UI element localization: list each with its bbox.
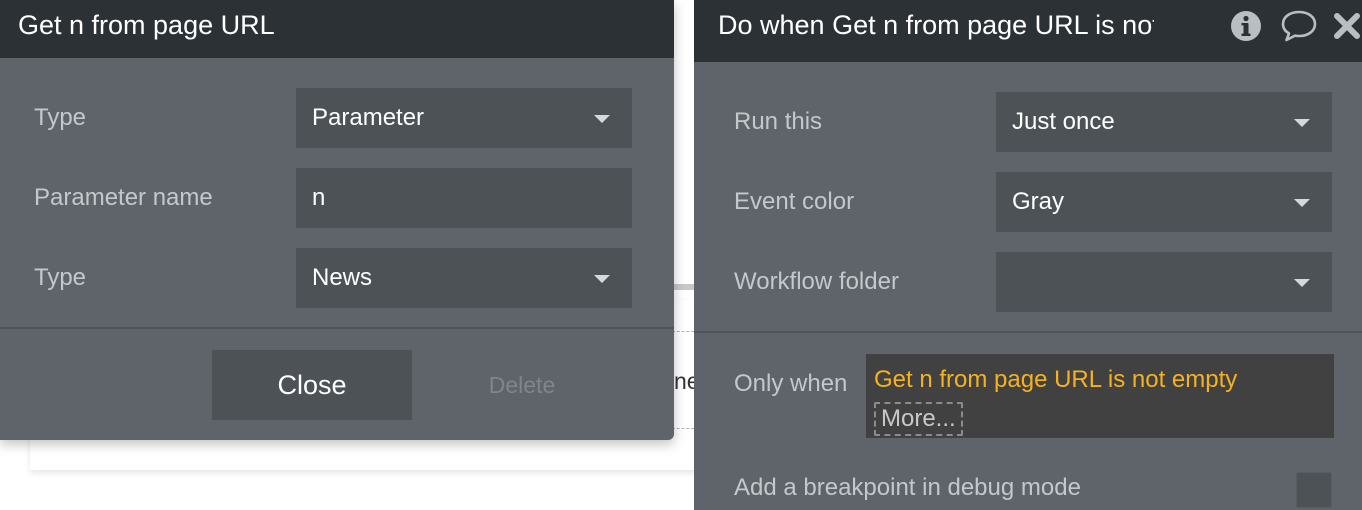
canvas-dashed-line [672,428,694,429]
parameter-popup-title: Get n from page URL [18,10,275,40]
event-color-value: Gray [1012,188,1065,215]
chevron-down-icon [1294,199,1310,207]
run-this-row: Run this Just once [694,92,1362,152]
event-panel: Do when Get n from page URL is not empty… [694,0,1362,510]
chevron-down-icon [1294,119,1310,127]
info-icon[interactable] [1230,8,1262,58]
more-link[interactable]: More... [874,402,963,436]
only-when-condition[interactable]: Get n from page URL is not empty More... [866,354,1334,438]
only-when-label: Only when [734,370,848,397]
canvas-divider [672,284,696,290]
type-row: Type Parameter [0,88,674,148]
run-this-value: Just once [1012,108,1115,135]
event-color-label: Event color [734,188,855,215]
breakpoint-checkbox[interactable] [1296,472,1332,508]
workflow-folder-row: Workflow folder [694,252,1362,312]
workflow-folder-dropdown[interactable] [996,252,1332,312]
type-label: Type [34,104,87,131]
close-icon[interactable] [1332,8,1362,58]
parameter-name-value: n [312,184,326,211]
event-color-row: Event color Gray [694,172,1362,232]
chevron-down-icon [1294,279,1310,287]
parameter-popup-header: Get n from page URL [0,0,674,58]
condition-expression[interactable]: Get n from page URL is not empty [874,366,1237,394]
type-dropdown[interactable]: Parameter [296,88,632,148]
popup-divider [0,327,674,329]
event-panel-title: Do when Get n from page URL is not empty [718,10,1154,40]
chevron-down-icon [594,115,610,123]
run-this-label: Run this [734,108,823,135]
data-type-label: Type [34,264,87,291]
comment-icon[interactable] [1280,8,1318,60]
run-this-dropdown[interactable]: Just once [996,92,1332,152]
parameter-name-label: Parameter name [34,184,213,211]
parameter-name-input[interactable]: n [296,168,632,228]
event-panel-header: Do when Get n from page URL is not empty [694,0,1362,62]
parameter-popup: Get n from page URL Type Parameter Param… [0,0,674,440]
data-type-dropdown-value: News [312,264,373,291]
workflow-folder-label: Workflow folder [734,268,899,295]
delete-button[interactable]: Delete [470,350,574,420]
data-type-row: Type News [0,248,674,308]
type-dropdown-value: Parameter [312,104,425,131]
chevron-down-icon [594,275,610,283]
canvas-dashed-line [672,331,694,332]
event-panel-divider [694,331,1362,333]
canvas-peek-text: ne [674,368,694,394]
event-color-dropdown[interactable]: Gray [996,172,1332,232]
close-button[interactable]: Close [212,350,412,420]
parameter-name-row: Parameter name n [0,168,674,228]
data-type-dropdown[interactable]: News [296,248,632,308]
breakpoint-label: Add a breakpoint in debug mode [734,474,1081,501]
